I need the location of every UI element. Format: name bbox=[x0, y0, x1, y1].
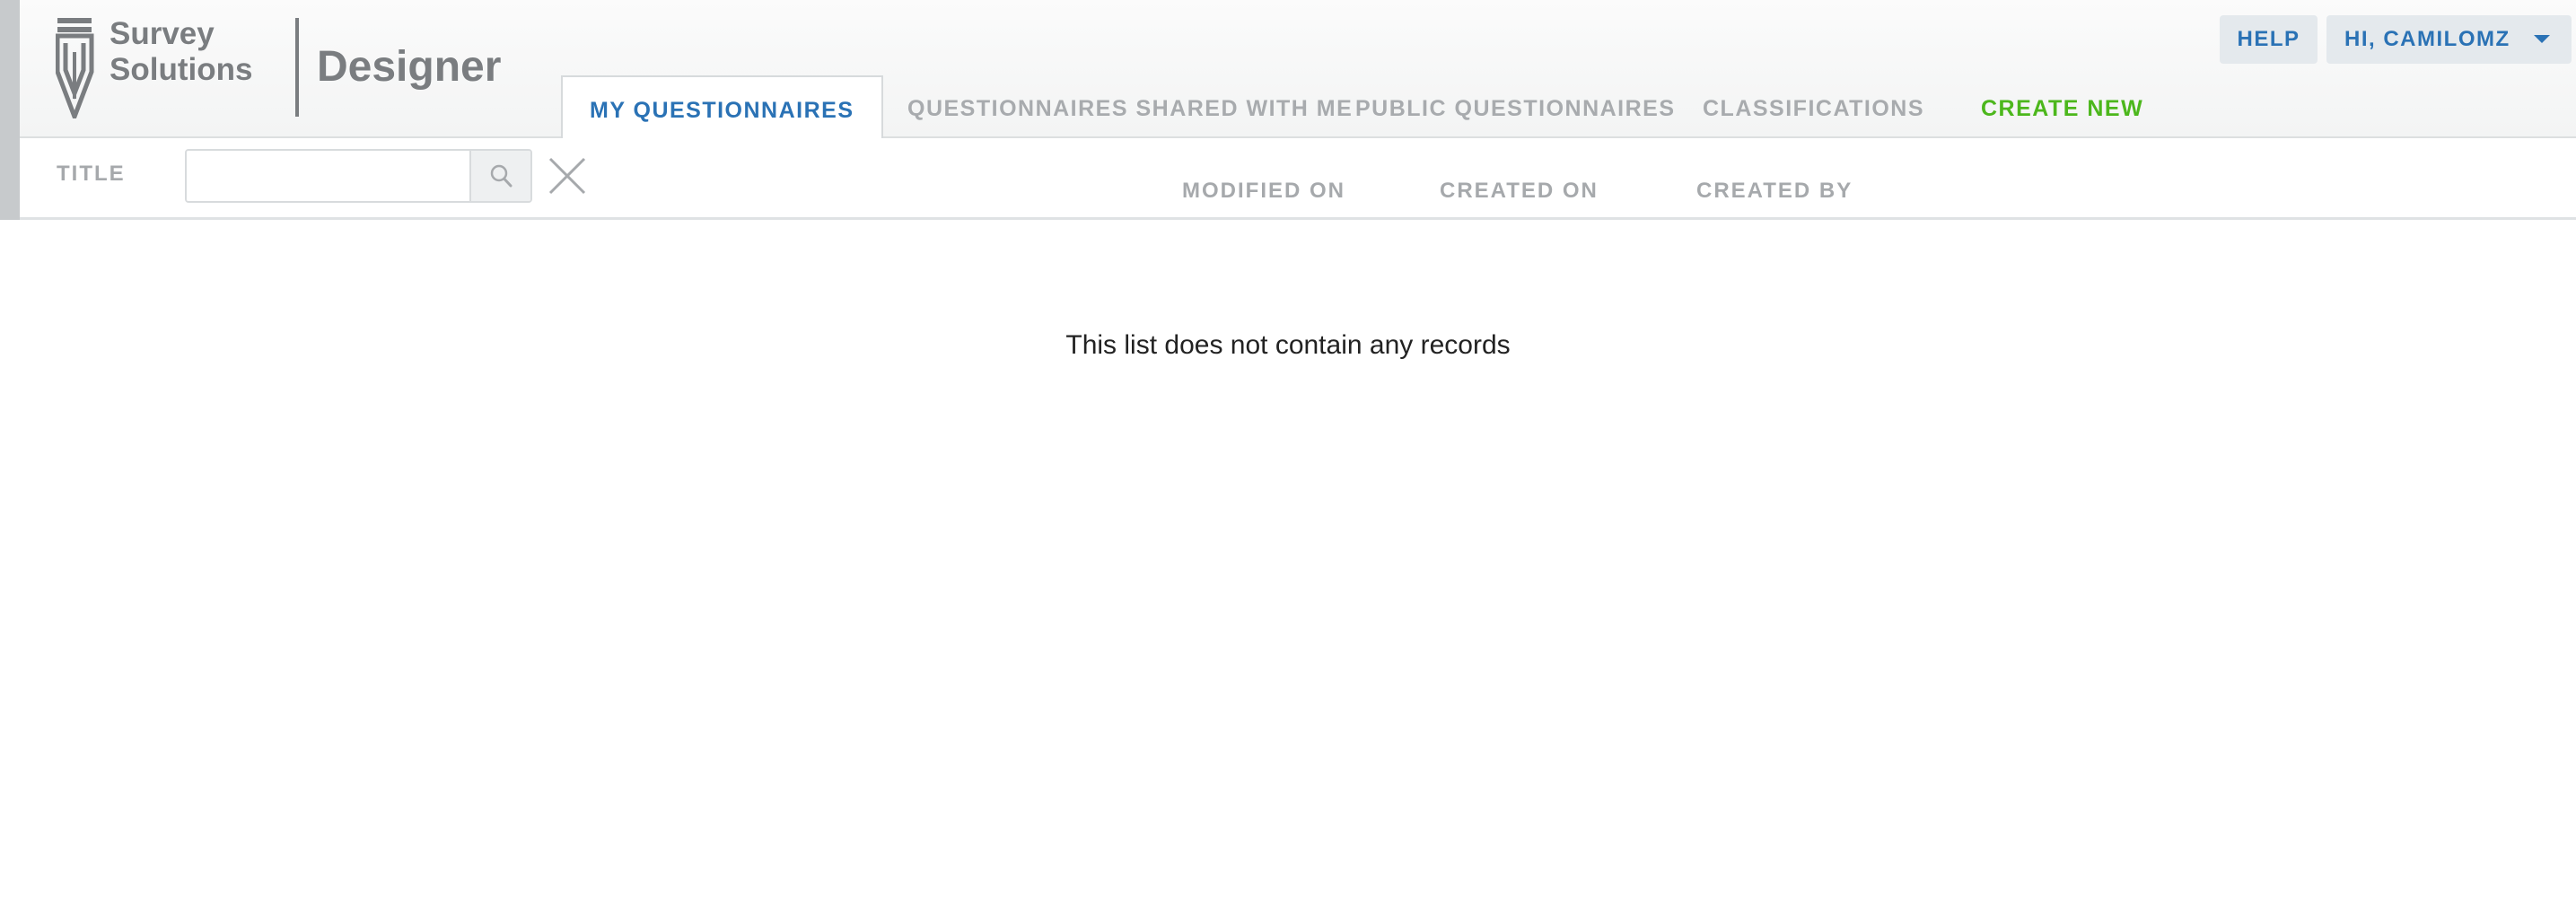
close-icon[interactable] bbox=[548, 156, 587, 196]
column-created-by[interactable]: CREATED BY bbox=[1696, 179, 1853, 204]
chevron-down-icon bbox=[2534, 35, 2550, 43]
left-edge-strip bbox=[0, 0, 20, 220]
column-created-on[interactable]: CREATED ON bbox=[1440, 179, 1599, 204]
user-greeting: HI, CAMILOMZ bbox=[2344, 27, 2510, 51]
product-name: Designer bbox=[317, 43, 502, 91]
empty-list-message: This list does not contain any records bbox=[1065, 330, 1511, 360]
page: Survey Solutions Designer MY QUESTIONNAI… bbox=[0, 0, 2576, 901]
logo-divider bbox=[295, 18, 299, 117]
tab-shared-with-me[interactable]: QUESTIONNAIRES SHARED WITH ME bbox=[907, 75, 1353, 138]
brand-name: Survey Solutions bbox=[110, 16, 271, 88]
tab-public-questionnaires[interactable]: PUBLIC QUESTIONNAIRES bbox=[1355, 75, 1676, 138]
brand-line-2: Solutions bbox=[110, 52, 253, 87]
title-search-box bbox=[185, 149, 532, 203]
tab-classifications[interactable]: CLASSIFICATIONS bbox=[1703, 75, 1924, 138]
column-modified-on[interactable]: MODIFIED ON bbox=[1182, 179, 1345, 204]
search-icon bbox=[490, 164, 513, 188]
title-search-input[interactable] bbox=[187, 151, 470, 201]
help-button[interactable]: HELP bbox=[2220, 15, 2318, 64]
pen-nib-logo-icon bbox=[56, 18, 94, 118]
tab-create-new[interactable]: CREATE NEW bbox=[1981, 75, 2143, 138]
search-button[interactable] bbox=[469, 151, 530, 201]
header-bar: Survey Solutions Designer MY QUESTIONNAI… bbox=[20, 0, 2576, 140]
filter-header-row: TITLE MODIFIED ON CREATED ON CREATED BY bbox=[20, 138, 2576, 220]
user-menu-button[interactable]: HI, CAMILOMZ bbox=[2326, 15, 2572, 64]
tab-my-questionnaires[interactable]: MY QUESTIONNAIRES bbox=[561, 75, 883, 140]
brand-line-1: Survey bbox=[110, 16, 215, 51]
title-filter-label: TITLE bbox=[57, 162, 126, 186]
